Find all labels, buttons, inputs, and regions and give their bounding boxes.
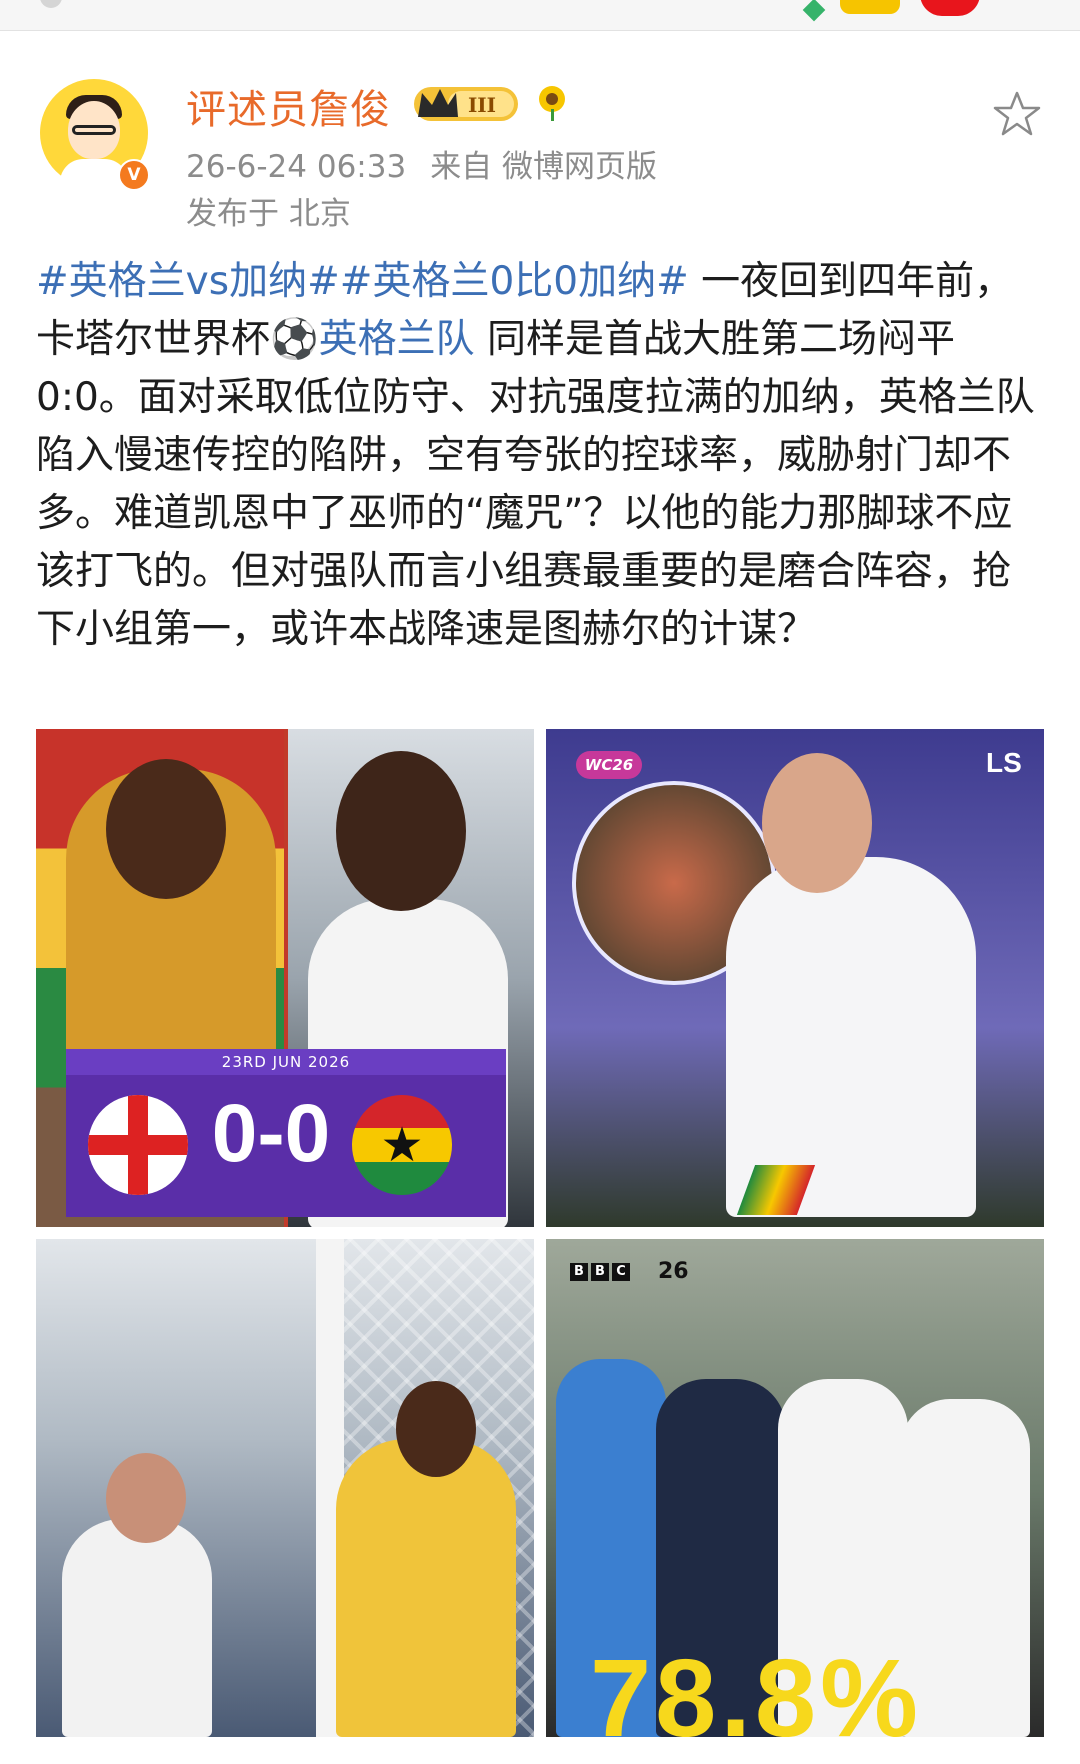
rank-badge-label: III <box>468 93 496 117</box>
post-meta: 26-6-24 06:33 来自 微博网页版 <box>186 141 657 186</box>
ghana-goalkeeper <box>336 1439 516 1737</box>
author-avatar[interactable]: V <box>40 79 150 191</box>
england-captain-head <box>762 753 872 893</box>
crown-badge-icon[interactable]: III <box>412 81 520 125</box>
england-player-head <box>106 1453 186 1543</box>
post-image-3[interactable] <box>36 1239 534 1737</box>
england-captain <box>726 857 976 1217</box>
decor-badge <box>840 0 900 14</box>
author-name[interactable]: 评述员詹俊 <box>186 77 391 135</box>
top-status-strip <box>0 0 1080 31</box>
hashtag-link[interactable]: #英格兰vs加纳# <box>36 259 340 304</box>
bbc-logo: BBC <box>570 1263 630 1281</box>
post-source[interactable]: 来自 微博网页版 <box>430 149 657 185</box>
match-date: 23RD JUN 2026 <box>66 1049 506 1075</box>
post-image-1[interactable]: 23RD JUN 2026 0-0 ★ <box>36 729 534 1227</box>
wc26-logo: 26 <box>658 1259 689 1284</box>
possession-stat: 78.8% <box>590 1637 922 1737</box>
post-image-4[interactable]: BBC 26 78.8% <box>546 1239 1044 1737</box>
post-timestamp: 26-6-24 06:33 <box>186 149 407 185</box>
partial-icon <box>40 0 62 8</box>
england-flag-icon <box>88 1095 188 1195</box>
ghana-goalkeeper-head <box>396 1381 476 1477</box>
sunflower-icon <box>539 86 565 121</box>
post-card: V 评述员詹俊 III 26-6-24 06:33 来自 微博网页版 发布于 北京… <box>0 31 1080 1764</box>
hashtag-link[interactable]: #英格兰0比0加纳# <box>340 259 689 304</box>
england-player-head <box>336 751 466 911</box>
avatar-glasses <box>72 125 116 135</box>
verified-v-icon: V <box>118 159 150 191</box>
ghana-flag-icon: ★ <box>352 1095 452 1195</box>
post-image-2[interactable]: WC26 LS <box>546 729 1044 1227</box>
ls-logo: LS <box>986 747 1022 778</box>
wc26-badge: WC26 <box>576 751 642 779</box>
soccer-ball-icon: ⚽ <box>270 317 319 362</box>
match-score: 0-0 <box>211 1088 331 1179</box>
star-outline-icon[interactable] <box>992 89 1042 139</box>
ghana-player-head <box>106 759 226 899</box>
post-text: #英格兰vs加纳##英格兰0比0加纳# 一夜回到四年前，卡塔尔世界杯⚽英格兰队 … <box>36 253 1046 659</box>
post-location: 发布于 北京 <box>186 196 351 232</box>
post-body: 同样是首战大胜第二场闷平0:0。面对采取低位防守、对抗强度拉满的加纳，英格兰队陷… <box>36 317 1035 652</box>
team-link[interactable]: 英格兰队 <box>319 317 475 362</box>
england-player <box>62 1519 212 1737</box>
decor-badge <box>802 0 826 22</box>
decor-badge <box>920 0 980 16</box>
